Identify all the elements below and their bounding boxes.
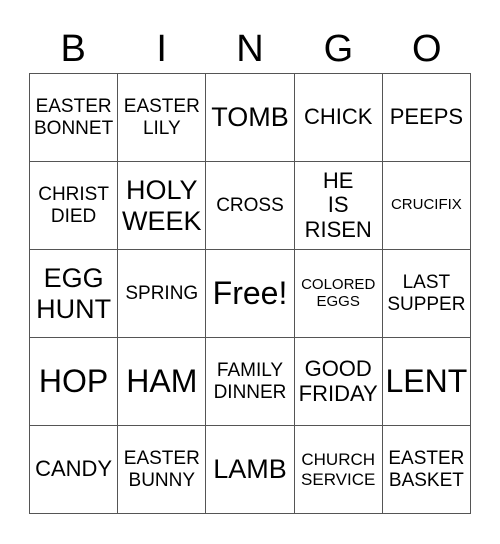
bingo-cell[interactable]: CRUCIFIX xyxy=(382,162,471,250)
bingo-cell[interactable]: HE IS RISEN xyxy=(294,162,383,250)
bingo-cell[interactable]: PEEPS xyxy=(382,74,471,162)
bingo-header: B I N G O xyxy=(29,26,471,72)
bingo-cell[interactable]: CHURCH SERVICE xyxy=(294,426,383,514)
bingo-cell[interactable]: TOMB xyxy=(206,74,295,162)
bingo-cell[interactable]: LENT xyxy=(382,338,471,426)
header-letter-n: N xyxy=(236,28,264,70)
header-letter-o: O xyxy=(412,28,442,70)
bingo-cell[interactable]: LAMB xyxy=(206,426,295,514)
bingo-cell[interactable]: CHRIST DIED xyxy=(30,162,119,250)
bingo-cell[interactable]: SPRING xyxy=(118,250,207,338)
bingo-cell[interactable]: EGG HUNT xyxy=(30,250,119,338)
bingo-grid: EASTER BONNET EASTER LILY TOMB CHICK PEE… xyxy=(29,73,471,514)
bingo-cell[interactable]: HAM xyxy=(118,338,207,426)
header-letter-g: G xyxy=(323,28,354,70)
bingo-cell[interactable]: COLORED EGGS xyxy=(294,250,383,338)
bingo-cell[interactable]: CANDY xyxy=(30,426,119,514)
bingo-cell[interactable]: GOOD FRIDAY xyxy=(294,338,383,426)
bingo-cell[interactable]: EASTER BONNET xyxy=(30,74,119,162)
bingo-cell[interactable]: EASTER LILY xyxy=(118,74,207,162)
bingo-cell[interactable]: HOP xyxy=(30,338,119,426)
bingo-cell[interactable]: FAMILY DINNER xyxy=(206,338,295,426)
bingo-cell[interactable]: EASTER BASKET xyxy=(382,426,471,514)
free-space-cell[interactable]: Free! xyxy=(206,250,295,338)
bingo-cell[interactable]: CHICK xyxy=(294,74,383,162)
header-letter-i: I xyxy=(156,28,167,70)
bingo-cell[interactable]: LAST SUPPER xyxy=(382,250,471,338)
bingo-cell[interactable]: EASTER BUNNY xyxy=(118,426,207,514)
header-letter-b: B xyxy=(60,28,86,70)
bingo-cell[interactable]: HOLY WEEK xyxy=(118,162,207,250)
bingo-cell[interactable]: CROSS xyxy=(206,162,295,250)
